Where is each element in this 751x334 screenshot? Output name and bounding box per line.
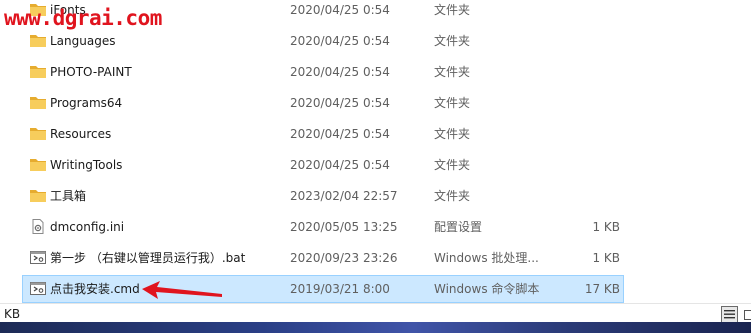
folder-icon (29, 188, 47, 203)
file-date: 2020/04/25 0:54 (290, 0, 430, 23)
file-name: 第一步 （右键以管理员运行我）.bat (50, 245, 285, 271)
file-size (553, 90, 620, 116)
file-name: PHOTO-PAINT (50, 59, 285, 85)
file-type: 文件夹 (434, 183, 549, 209)
file-row-bat[interactable]: 第一步 （右键以管理员运行我）.bat 2020/09/23 23:26 Win… (22, 244, 624, 272)
file-type: 文件夹 (434, 59, 549, 85)
folder-icon (29, 33, 47, 48)
folder-icon (29, 157, 47, 172)
file-size (553, 28, 620, 54)
file-size (553, 0, 620, 23)
file-row-photo-paint[interactable]: PHOTO-PAINT 2020/04/25 0:54 文件夹 (22, 58, 624, 86)
file-row-resources[interactable]: Resources 2020/04/25 0:54 文件夹 (22, 120, 624, 148)
file-date: 2020/09/23 23:26 (290, 245, 430, 271)
file-size (553, 59, 620, 85)
file-type: 文件夹 (434, 0, 549, 23)
list-lines-icon (724, 309, 735, 320)
tiles-view-button[interactable] (740, 306, 751, 323)
batch-file-icon (29, 281, 47, 296)
file-size (553, 152, 620, 178)
folder-icon (29, 64, 47, 79)
desktop-taskbar-edge (0, 322, 751, 333)
grid-icon (744, 310, 751, 320)
file-date: 2020/04/25 0:54 (290, 28, 430, 54)
file-type: 配置设置 (434, 214, 549, 240)
file-date: 2023/02/04 22:57 (290, 183, 430, 209)
file-row-dmconfig[interactable]: dmconfig.ini 2020/05/05 13:25 配置设置 1 KB (22, 213, 624, 241)
file-date: 2020/04/25 0:54 (290, 152, 430, 178)
folder-icon (29, 126, 47, 141)
file-row-languages[interactable]: Languages 2020/04/25 0:54 文件夹 (22, 27, 624, 55)
file-name: dmconfig.ini (50, 214, 285, 240)
file-list: iFonts 2020/04/25 0:54 文件夹 Languages 202… (0, 0, 751, 303)
file-name: 工具箱 (50, 183, 285, 209)
annotation-arrow-icon (140, 280, 224, 302)
file-row-programs64[interactable]: Programs64 2020/04/25 0:54 文件夹 (22, 89, 624, 117)
file-name: Languages (50, 28, 285, 54)
file-row-toolbox[interactable]: 工具箱 2023/02/04 22:57 文件夹 (22, 182, 624, 210)
file-size: 17 KB (553, 276, 620, 302)
file-size: 1 KB (553, 245, 620, 271)
details-view-button[interactable] (721, 306, 738, 323)
file-type: 文件夹 (434, 152, 549, 178)
file-name: Programs64 (50, 90, 285, 116)
settings-file-icon (29, 219, 47, 234)
file-name: WritingTools (50, 152, 285, 178)
file-row-writingtools[interactable]: WritingTools 2020/04/25 0:54 文件夹 (22, 151, 624, 179)
file-date: 2020/05/05 13:25 (290, 214, 430, 240)
file-date: 2020/04/25 0:54 (290, 121, 430, 147)
file-date: 2020/04/25 0:54 (290, 59, 430, 85)
file-type: Windows 命令脚本 (434, 276, 549, 302)
file-type: 文件夹 (434, 90, 549, 116)
file-row-cmd-selected[interactable]: 点击我安装.cmd 2019/03/21 8:00 Windows 命令脚本 1… (22, 275, 624, 303)
file-type: 文件夹 (434, 28, 549, 54)
file-size (553, 121, 620, 147)
file-date: 2020/04/25 0:54 (290, 90, 430, 116)
file-type: 文件夹 (434, 121, 549, 147)
status-text: KB (4, 304, 20, 324)
file-name: Resources (50, 121, 285, 147)
file-size: 1 KB (553, 214, 620, 240)
watermark: www.dgrai.com (4, 6, 162, 30)
batch-file-icon (29, 250, 47, 265)
file-size (553, 183, 620, 209)
file-type: Windows 批处理... (434, 245, 549, 271)
folder-icon (29, 95, 47, 110)
file-date: 2019/03/21 8:00 (290, 276, 430, 302)
